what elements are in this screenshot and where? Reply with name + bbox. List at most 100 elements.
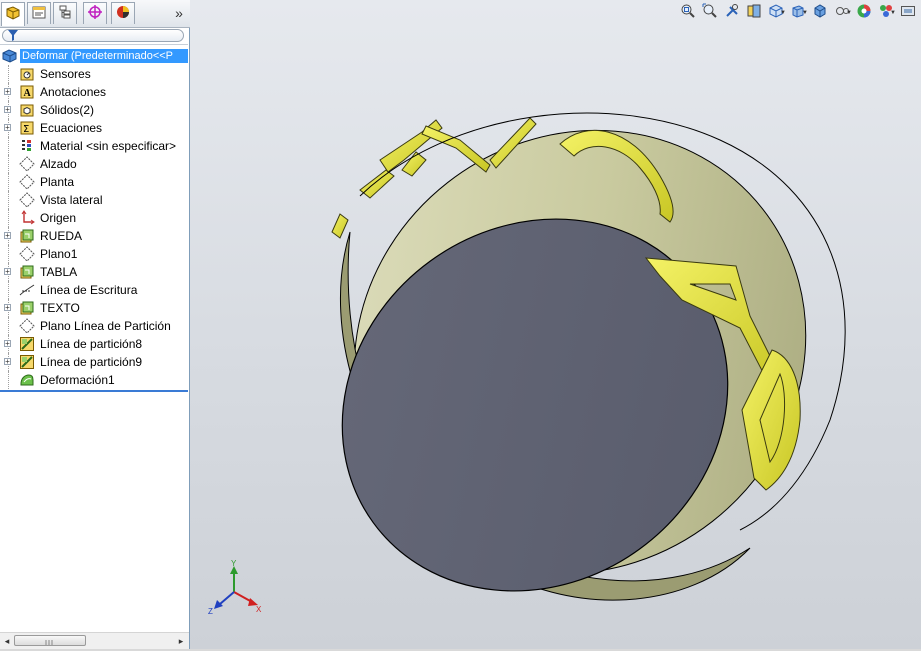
tree-item-label: Plano1 — [40, 247, 78, 261]
tree-end-rollback-bar[interactable] — [0, 390, 188, 392]
tree-item-sólidos-2[interactable]: + Sólidos(2) — [0, 101, 188, 119]
propertymanager-tab[interactable] — [27, 2, 51, 24]
expand-plus-icon[interactable]: + — [4, 124, 11, 132]
tree-item-plano1[interactable]: Plano1 — [0, 245, 188, 263]
feature-tree-icon — [5, 5, 21, 24]
tree-item-rueda[interactable]: + RUEDA — [0, 227, 188, 245]
annotations-icon: A — [19, 84, 35, 100]
tree-connector-line — [8, 281, 10, 299]
solid-bodies-folder-icon — [19, 102, 35, 118]
filter-button[interactable] — [2, 29, 184, 42]
3d-model-render[interactable] — [190, 0, 921, 649]
previous-view-icon — [724, 3, 740, 22]
tree-item-línea-de-partición8[interactable]: + Línea de partición8 — [0, 335, 188, 353]
tree-item-origen[interactable]: Origen — [0, 209, 188, 227]
tree-item-label: Planta — [40, 175, 75, 189]
display-style-button[interactable]: ▼ — [787, 2, 809, 22]
view-orientation-button[interactable]: ▼ — [765, 2, 787, 22]
tree-connector-line — [8, 137, 10, 155]
extrude-feature-icon — [19, 264, 35, 280]
tree-item-label: TABLA — [40, 265, 78, 279]
tree-item-vista-lateral[interactable]: Vista lateral — [0, 191, 188, 209]
tree-item-deformación1[interactable]: Deformación1 — [0, 371, 188, 389]
sensors-icon — [19, 66, 35, 82]
tree-item-alzado[interactable]: Alzado — [0, 155, 188, 173]
previous-view-button[interactable] — [721, 2, 743, 22]
scroll-left-arrow-icon[interactable]: ◂ — [2, 636, 12, 646]
section-view-button[interactable] — [743, 2, 765, 22]
configuration-icon — [57, 4, 73, 23]
tree-connector-line — [8, 209, 10, 227]
plane-icon — [19, 174, 35, 190]
horizontal-scrollbar[interactable]: ◂ ▸ — [0, 632, 189, 649]
expand-plus-icon[interactable]: + — [4, 304, 11, 312]
tree-item-label: Vista lateral — [40, 193, 103, 207]
expand-plus-icon[interactable]: + — [4, 88, 11, 96]
triad-x-axis — [233, 591, 253, 603]
tree-item-label: Ecuaciones — [40, 121, 103, 135]
extrude-feature-icon — [19, 300, 35, 316]
dropdown-arrow-icon: ▼ — [890, 10, 896, 16]
feature-tree: Deformar (Predeterminado<<P Sensores + A An… — [0, 47, 188, 389]
heads-up-view-toolbar: ▼ ▼ ▼ ▼ — [677, 2, 919, 22]
deform-feature-icon — [19, 372, 35, 388]
tree-item-ecuaciones[interactable]: + Σ Ecuaciones — [0, 119, 188, 137]
tree-item-material-sin-especificar[interactable]: Material <sin especificar> — [0, 137, 188, 155]
split-line-icon — [19, 336, 35, 352]
reference-triad: Y X Z — [208, 560, 262, 616]
zoom-to-fit-icon — [680, 3, 696, 22]
tree-connector-line — [8, 245, 10, 263]
configurationmanager-tab[interactable] — [53, 2, 77, 24]
display-manager-tab[interactable] — [111, 2, 135, 24]
svg-text:A: A — [24, 88, 32, 99]
dropdown-arrow-icon: ▼ — [802, 10, 808, 16]
more-tabs-chevron-icon[interactable]: » — [172, 4, 186, 22]
equations-icon: Σ — [19, 120, 35, 136]
screen-capture-button[interactable] — [897, 2, 919, 22]
screen-capture-icon — [900, 3, 916, 22]
tree-item-tabla[interactable]: + TABLA — [0, 263, 188, 281]
tree-item-anotaciones[interactable]: + A Anotaciones — [0, 83, 188, 101]
expand-plus-icon[interactable]: + — [4, 232, 11, 240]
tree-item-label: Línea de partición8 — [40, 337, 143, 351]
triad-z-label: Z — [208, 607, 213, 616]
plane-icon — [19, 318, 35, 334]
zoom-to-area-button[interactable] — [699, 2, 721, 22]
tree-filter-bar — [0, 28, 188, 45]
hide-show-items-button[interactable] — [809, 2, 831, 22]
tree-item-label: Origen — [40, 211, 77, 225]
zoom-to-fit-button[interactable] — [677, 2, 699, 22]
apply-scene-button[interactable] — [853, 2, 875, 22]
featuremanager-tab[interactable] — [1, 2, 25, 26]
tree-connector-line — [8, 317, 10, 335]
tree-root-label: Deformar (Predeterminado<<P — [20, 49, 188, 63]
origin-icon — [19, 210, 35, 226]
tree-item-línea-de-escritura[interactable]: Línea de Escritura — [0, 281, 188, 299]
tree-item-label: Deformación1 — [40, 373, 115, 387]
scroll-thumb[interactable] — [14, 635, 86, 646]
tree-item-label: Línea de Escritura — [40, 283, 138, 297]
view-settings-button[interactable]: ▼ — [875, 2, 897, 22]
tree-item-sensores[interactable]: Sensores — [0, 65, 188, 83]
section-view-icon — [746, 3, 762, 22]
expand-plus-icon[interactable]: + — [4, 340, 11, 348]
tree-connector-line — [8, 371, 10, 389]
graphics-area[interactable]: ▼ ▼ ▼ ▼ Y X Z — [190, 0, 921, 649]
expand-plus-icon[interactable]: + — [4, 358, 11, 366]
tree-root-part[interactable]: Deformar (Predeterminado<<P — [0, 47, 188, 65]
expand-plus-icon[interactable]: + — [4, 106, 11, 114]
tree-item-texto[interactable]: + TEXTO — [0, 299, 188, 317]
dimxpert-tab[interactable] — [83, 2, 107, 24]
tree-item-plano-línea-de-partición[interactable]: Plano Línea de Partición — [0, 317, 188, 335]
panel-tab-strip: » — [0, 0, 190, 28]
extrude-feature-icon — [19, 228, 35, 244]
expand-plus-icon[interactable]: + — [4, 268, 11, 276]
tree-item-línea-de-partición9[interactable]: + Línea de partición9 — [0, 353, 188, 371]
property-manager-icon — [31, 4, 47, 23]
tree-item-label: TEXTO — [40, 301, 80, 315]
plane-icon — [19, 192, 35, 208]
tree-item-planta[interactable]: Planta — [0, 173, 188, 191]
scroll-right-arrow-icon[interactable]: ▸ — [176, 636, 186, 646]
tree-item-label: Plano Línea de Partición — [40, 319, 171, 333]
edit-appearance-button[interactable]: ▼ — [831, 2, 853, 22]
